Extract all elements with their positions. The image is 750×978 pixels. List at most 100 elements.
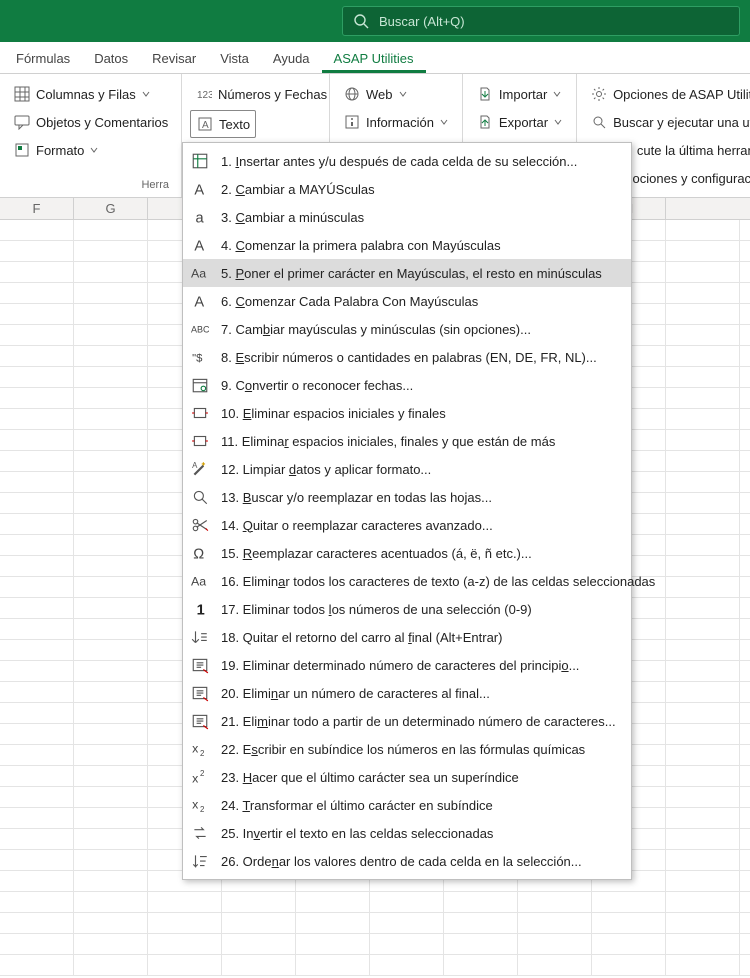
objetos-comentarios-button[interactable]: Objetos y Comentarios: [8, 108, 173, 136]
cell[interactable]: [0, 892, 74, 912]
cell[interactable]: [0, 346, 74, 366]
cell[interactable]: [74, 304, 148, 324]
cell[interactable]: [444, 934, 518, 954]
cell[interactable]: [148, 913, 222, 933]
column-header[interactable]: F: [0, 198, 74, 219]
menu-item-17[interactable]: 117. Eliminar todos los números de una s…: [183, 595, 631, 623]
cell[interactable]: [74, 745, 148, 765]
menu-item-19[interactable]: 19. Eliminar determinado número de carac…: [183, 651, 631, 679]
cell[interactable]: [518, 955, 592, 975]
cell[interactable]: [74, 724, 148, 744]
cell[interactable]: [0, 472, 74, 492]
cell[interactable]: [74, 367, 148, 387]
cell[interactable]: [518, 913, 592, 933]
cell[interactable]: [666, 577, 740, 597]
cell[interactable]: [74, 934, 148, 954]
cell[interactable]: [0, 367, 74, 387]
cell[interactable]: [444, 892, 518, 912]
formato-button[interactable]: Formato: [8, 136, 173, 164]
grid-row[interactable]: [0, 934, 750, 955]
cell[interactable]: [666, 325, 740, 345]
informacion-button[interactable]: Información: [338, 108, 454, 136]
cell[interactable]: [74, 220, 148, 240]
cell[interactable]: [74, 598, 148, 618]
cell[interactable]: [74, 409, 148, 429]
cell[interactable]: [74, 766, 148, 786]
cell[interactable]: [0, 703, 74, 723]
menu-item-1[interactable]: 1. Insertar antes y/u después de cada ce…: [183, 147, 631, 175]
cell[interactable]: [0, 640, 74, 660]
cell[interactable]: [592, 913, 666, 933]
texto-button[interactable]: A Texto: [190, 110, 256, 138]
cell[interactable]: [0, 220, 74, 240]
menu-item-2[interactable]: A2. Cambiar a MAYÚSculas: [183, 175, 631, 203]
menu-item-11[interactable]: 11. Eliminar espacios iniciales, finales…: [183, 427, 631, 455]
cell[interactable]: [148, 955, 222, 975]
cell[interactable]: [666, 829, 740, 849]
cell[interactable]: [74, 640, 148, 660]
cell[interactable]: [518, 892, 592, 912]
cell[interactable]: [74, 850, 148, 870]
menu-item-8[interactable]: "$8. Escribir números o cantidades en pa…: [183, 343, 631, 371]
search-box[interactable]: Buscar (Alt+Q): [342, 6, 740, 36]
cell[interactable]: [74, 808, 148, 828]
menu-item-25[interactable]: 25. Invertir el texto en las celdas sele…: [183, 819, 631, 847]
menu-item-13[interactable]: 13. Buscar y/o reemplazar en todas las h…: [183, 483, 631, 511]
cell[interactable]: [74, 472, 148, 492]
cell[interactable]: [0, 556, 74, 576]
cell[interactable]: [666, 808, 740, 828]
cell[interactable]: [666, 640, 740, 660]
cell[interactable]: [666, 598, 740, 618]
cell[interactable]: [0, 745, 74, 765]
cell[interactable]: [296, 955, 370, 975]
cell[interactable]: [222, 892, 296, 912]
cell[interactable]: [74, 661, 148, 681]
cell[interactable]: [666, 304, 740, 324]
cell[interactable]: [74, 619, 148, 639]
cell[interactable]: [0, 430, 74, 450]
grid-row[interactable]: [0, 892, 750, 913]
menu-item-20[interactable]: 20. Eliminar un número de caracteres al …: [183, 679, 631, 707]
cell[interactable]: [666, 913, 740, 933]
cell[interactable]: [0, 619, 74, 639]
cell[interactable]: [666, 409, 740, 429]
tab-formulas[interactable]: Fórmulas: [4, 45, 82, 73]
menu-item-26[interactable]: 26. Ordenar los valores dentro de cada c…: [183, 847, 631, 875]
opciones-asap-button[interactable]: Opciones de ASAP Utilitie: [585, 80, 750, 108]
cell[interactable]: [0, 829, 74, 849]
cell[interactable]: [74, 241, 148, 261]
cell[interactable]: [370, 955, 444, 975]
cell[interactable]: [74, 388, 148, 408]
cell[interactable]: [0, 766, 74, 786]
cell[interactable]: [444, 955, 518, 975]
cell[interactable]: [74, 325, 148, 345]
cell[interactable]: [0, 388, 74, 408]
cell[interactable]: [222, 934, 296, 954]
menu-item-7[interactable]: ABC7. Cambiar mayúsculas y minúsculas (s…: [183, 315, 631, 343]
menu-item-12[interactable]: A12. Limpiar datos y aplicar formato...: [183, 455, 631, 483]
tab-vista[interactable]: Vista: [208, 45, 261, 73]
cell[interactable]: [0, 787, 74, 807]
cell[interactable]: [148, 892, 222, 912]
tab-asap-utilities[interactable]: ASAP Utilities: [322, 45, 426, 73]
tab-ayuda[interactable]: Ayuda: [261, 45, 322, 73]
cell[interactable]: [222, 955, 296, 975]
cell[interactable]: [666, 283, 740, 303]
cell[interactable]: [74, 493, 148, 513]
menu-item-9[interactable]: 9. Convertir o reconocer fechas...: [183, 371, 631, 399]
menu-item-24[interactable]: x224. Transformar el último carácter en …: [183, 791, 631, 819]
tab-revisar[interactable]: Revisar: [140, 45, 208, 73]
grid-row[interactable]: [0, 955, 750, 976]
cell[interactable]: [0, 535, 74, 555]
cell[interactable]: [666, 871, 740, 891]
cell[interactable]: [0, 451, 74, 471]
cell[interactable]: [74, 346, 148, 366]
menu-item-22[interactable]: x222. Escribir en subíndice los números …: [183, 735, 631, 763]
cell[interactable]: [592, 892, 666, 912]
cell[interactable]: [0, 598, 74, 618]
cell[interactable]: [666, 934, 740, 954]
cell[interactable]: [666, 766, 740, 786]
cell[interactable]: [74, 871, 148, 891]
cell[interactable]: [0, 913, 74, 933]
tab-datos[interactable]: Datos: [82, 45, 140, 73]
